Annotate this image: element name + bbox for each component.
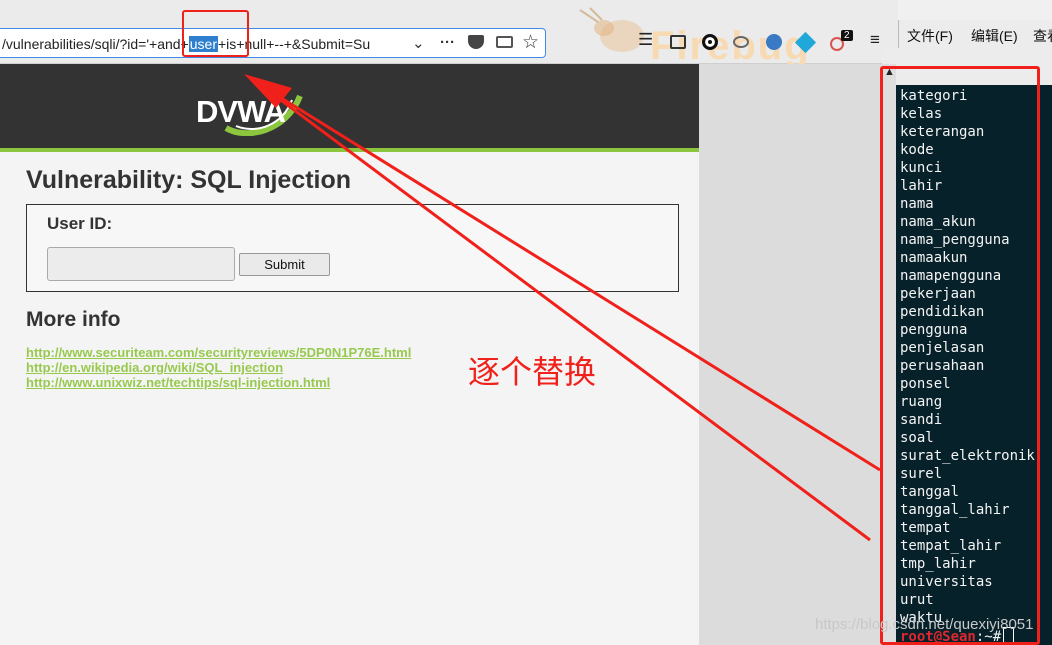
user-id-input[interactable]: [47, 247, 235, 281]
record-icon[interactable]: [702, 34, 718, 50]
extension-badge: 2: [841, 30, 853, 41]
info-link-unixwiz[interactable]: http://www.unixwiz.net/techtips/sql-inje…: [26, 375, 330, 390]
chevron-down-icon[interactable]: ⌄: [412, 34, 425, 52]
extension-icon[interactable]: [766, 34, 782, 50]
annotation-box-url: [182, 10, 249, 57]
menu-edit[interactable]: 编辑(E): [971, 26, 1018, 46]
logo-text: DVWA: [196, 94, 286, 129]
blog-watermark: https://blog.csdn.net/quexiyi8051: [815, 616, 1034, 633]
menu-file[interactable]: 文件(F): [907, 26, 953, 46]
extension-icon[interactable]: [733, 36, 749, 48]
sidebar-icon[interactable]: [670, 35, 686, 49]
dvwa-logo[interactable]: DVWA: [196, 84, 306, 136]
url-bar[interactable]: /vulnerabilities/sqli/?id='+and+user+is+…: [0, 28, 546, 58]
user-id-label: User ID:: [47, 214, 113, 233]
url-prefix: /vulnerabilities/sqli/?id='+and+: [2, 36, 189, 52]
terminal-menubar: 文件(F) 编辑(E) 查看: [898, 20, 1052, 48]
browser-toolbar: /vulnerabilities/sqli/?id='+and+user+is+…: [0, 0, 898, 68]
annotation-box-terminal: [880, 66, 1040, 645]
header-divider: [0, 148, 699, 152]
bookmark-star-icon[interactable]: ☆: [522, 31, 539, 54]
reader-icon[interactable]: [496, 36, 513, 48]
more-icon[interactable]: ···: [440, 34, 455, 51]
page-title: Vulnerability: SQL Injection: [26, 166, 352, 194]
menu-view[interactable]: 查看: [1033, 26, 1052, 46]
dvwa-header: DVWA: [0, 64, 699, 148]
menu-icon[interactable]: ≡: [870, 30, 880, 50]
sqli-form: User ID: Submit: [26, 204, 679, 292]
annotation-text: 逐个替换: [468, 354, 597, 390]
info-link-wikipedia[interactable]: http://en.wikipedia.org/wiki/SQL_injecti…: [26, 360, 283, 375]
submit-button[interactable]: Submit: [239, 253, 330, 276]
library-icon[interactable]: ☰: [638, 30, 653, 50]
more-info-title: More info: [26, 308, 121, 331]
browser-empty-area: [699, 64, 882, 645]
info-link-securiteam[interactable]: http://www.securiteam.com/securityreview…: [26, 345, 411, 360]
